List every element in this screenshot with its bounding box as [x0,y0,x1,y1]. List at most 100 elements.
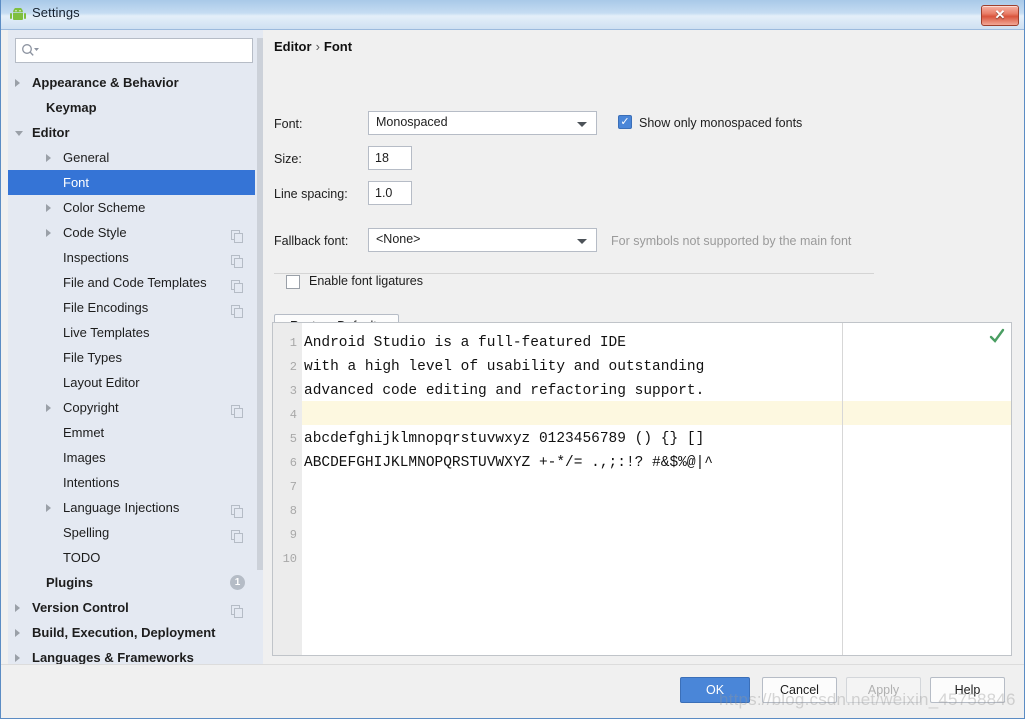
breadcrumb-root[interactable]: Editor [274,39,312,54]
settings-window: Settings ✕ Appearance & Behavior Keymap Ed… [0,0,1025,719]
section-divider [274,273,874,274]
sidebar-item-label: Appearance & Behavior [32,75,179,90]
chevron-right-icon[interactable] [46,229,51,237]
enable-ligatures-label: Enable font ligatures [309,274,423,288]
help-button[interactable]: Help [930,677,1005,703]
sidebar-item-label: Language Injections [63,500,180,515]
chevron-right-icon[interactable] [15,629,20,637]
close-button[interactable]: ✕ [981,5,1019,26]
sidebar-item-editor[interactable]: Editor [8,120,255,145]
sidebar-item-label: Languages & Frameworks [32,650,194,664]
sidebar-item-build-execution-deployment[interactable]: Build, Execution, Deployment [8,620,255,645]
enable-ligatures-checkbox[interactable] [286,275,300,289]
green-check-icon[interactable] [989,328,1005,344]
chevron-right-icon[interactable] [46,154,51,162]
chevron-right-icon[interactable] [15,654,20,662]
line-spacing-label: Line spacing: [274,187,348,201]
sidebar-item-file-encodings[interactable]: File Encodings [8,295,255,320]
sidebar-item-label: Emmet [63,425,105,440]
copy-icon [231,601,243,618]
sidebar-item-label: Editor [32,125,70,140]
window-title: Settings [32,5,80,20]
line-number: 6 [289,456,297,470]
show-monospaced-checkbox[interactable]: ✓ [618,115,632,129]
chevron-right-icon[interactable] [46,404,51,412]
line-spacing-input[interactable] [368,181,412,205]
preview-code-line: with a high level of usability and outst… [304,359,705,375]
sidebar-item-label: Code Style [63,225,127,240]
sidebar-item-file-and-code-templates[interactable]: File and Code Templates [8,270,255,295]
sidebar-item-label: Spelling [63,525,110,540]
line-number: 5 [289,432,297,446]
preview-code-line: advanced code editing and refactoring su… [304,383,705,399]
copy-icon [231,251,243,268]
sidebar-item-keymap[interactable]: Keymap [8,95,255,120]
sidebar-item-todo[interactable]: TODO [8,545,255,570]
sidebar-item-file-types[interactable]: File Types [8,345,255,370]
chevron-right-icon[interactable] [15,604,20,612]
sidebar-item-plugins[interactable]: Plugins 1 [8,570,255,595]
chevron-right-icon[interactable] [15,79,20,87]
line-number: 10 [282,552,297,566]
sidebar-item-label: Images [63,450,106,465]
settings-tree: Appearance & Behavior Keymap Editor General… [8,70,255,664]
dialog-footer: OK Cancel Apply Help [1,664,1024,718]
line-number: 3 [289,384,297,398]
sidebar-item-color-scheme[interactable]: Color Scheme [8,195,255,220]
ok-button[interactable]: OK [680,677,750,703]
sidebar-item-live-templates[interactable]: Live Templates [8,320,255,345]
sidebar-item-images[interactable]: Images [8,445,255,470]
size-label: Size: [274,152,302,166]
right-margin-guide [842,323,843,655]
sidebar-item-label: Keymap [46,100,97,115]
search-box[interactable] [15,38,253,63]
sidebar-item-spelling[interactable]: Spelling [8,520,255,545]
sidebar-item-language-injections[interactable]: Language Injections [8,495,255,520]
line-number: 1 [289,336,297,350]
font-size-input[interactable] [368,146,412,170]
sidebar-item-label: TODO [63,550,101,565]
font-label: Font: [274,117,303,131]
line-number: 2 [289,360,297,374]
preview-code-line: abcdefghijklmnopqrstuvwxyz 0123456789 ()… [304,431,705,447]
sidebar-item-appearance-behavior[interactable]: Appearance & Behavior [8,70,255,95]
cancel-button[interactable]: Cancel [762,677,837,703]
font-family-dropdown[interactable]: Monospaced [368,111,597,135]
sidebar-item-intentions[interactable]: Intentions [8,470,255,495]
chevron-down-icon [577,122,587,127]
sidebar-item-inspections[interactable]: Inspections [8,245,255,270]
sidebar-item-version-control[interactable]: Version Control [8,595,255,620]
font-preview-editor[interactable]: 1 2 3 4 5 6 7 8 9 10 Android Studio is a full-fea… [272,322,1012,656]
close-icon: ✕ [994,7,1006,22]
sidebar-item-label: Copyright [63,400,119,415]
copy-icon [231,501,243,518]
sidebar-item-label: Version Control [32,600,129,615]
sidebar-item-label: Layout Editor [63,375,140,390]
sidebar-item-general[interactable]: General [8,145,255,170]
android-robot-icon [10,7,26,22]
apply-button[interactable]: Apply [846,677,921,703]
sidebar-item-emmet[interactable]: Emmet [8,420,255,445]
dialog-body: Appearance & Behavior Keymap Editor General… [1,30,1024,664]
chevron-down-icon[interactable] [15,131,23,136]
line-number: 7 [289,480,297,494]
search-input[interactable] [42,41,251,62]
sidebar-item-label: File Types [63,350,123,365]
settings-main-panel: Editor › Font Font: Monospaced ✓ Show only… [263,30,1024,664]
copy-icon [231,401,243,418]
sidebar-item-font[interactable]: Font [8,170,255,195]
fallback-font-dropdown[interactable]: <None> [368,228,597,252]
chevron-right-icon[interactable] [46,204,51,212]
line-number: 8 [289,504,297,518]
breadcrumb-leaf: Font [323,39,353,54]
sidebar-item-languages-frameworks[interactable]: Languages & Frameworks [8,645,255,664]
preview-code-line: ABCDEFGHIJKLMNOPQRSTUVWXYZ +-*/= .,;:!? … [304,455,713,471]
sidebar-item-label: Font [63,175,90,190]
font-family-value: Monospaced [376,115,448,129]
chevron-right-icon[interactable] [46,504,51,512]
sidebar-item-code-style[interactable]: Code Style [8,220,255,245]
sidebar-item-layout-editor[interactable]: Layout Editor [8,370,255,395]
breadcrumb-separator: › [315,39,320,54]
line-number: 4 [289,408,297,422]
sidebar-item-copyright[interactable]: Copyright [8,395,255,420]
